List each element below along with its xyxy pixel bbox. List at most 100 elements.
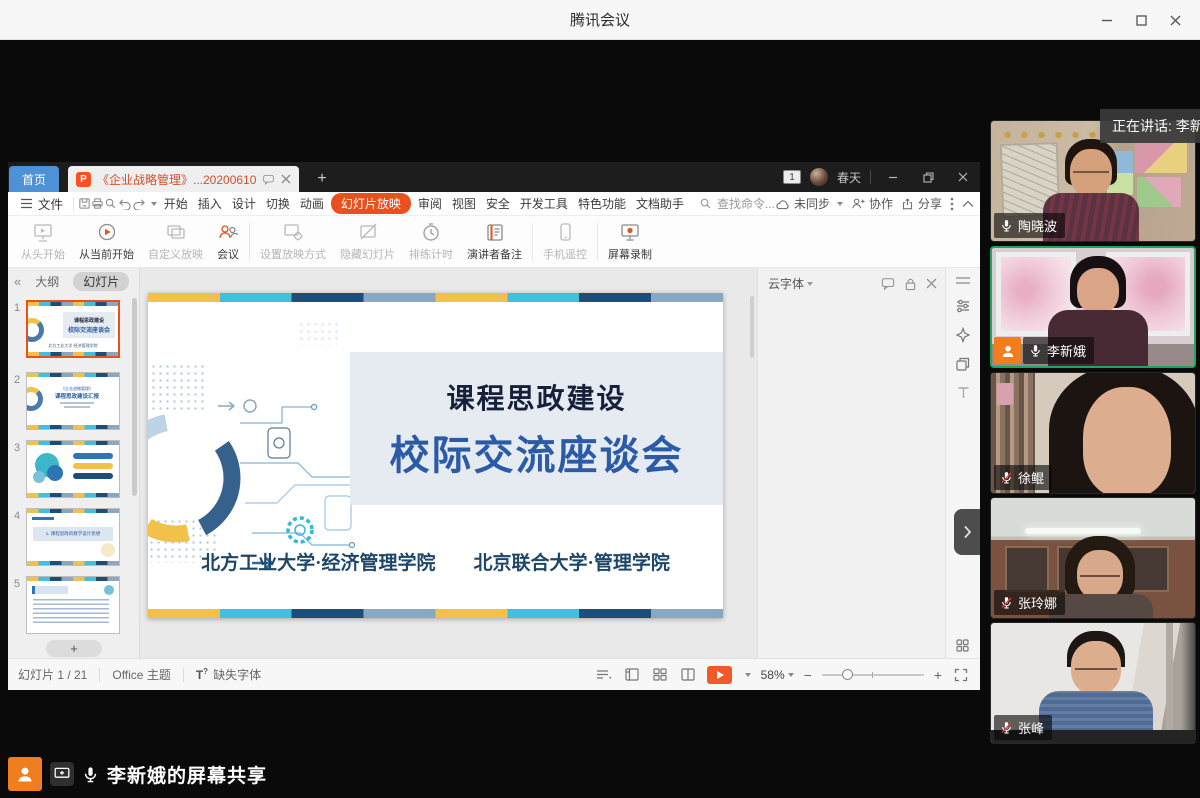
tab-outline[interactable]: 大纲 [29,272,65,291]
save-icon[interactable] [78,194,91,214]
pane-grip-icon[interactable] [955,276,971,285]
pane-close-icon[interactable] [926,278,937,289]
ribbon-custom-show[interactable]: 自定义放映 [141,218,210,266]
menu-item-devtools[interactable]: 开发工具 [515,193,573,214]
sync-status-button[interactable]: 未同步 [775,195,843,212]
normal-view-icon[interactable] [623,666,641,684]
pane-lock-icon[interactable] [904,277,917,291]
slide-sorter-icon[interactable] [651,666,669,684]
notification-badge[interactable]: 1 [783,170,801,184]
command-search[interactable]: 查找命令... [699,195,775,212]
ribbon-hide-slide[interactable]: 隐藏幻灯片 [333,218,402,266]
mic-on-icon [1029,344,1042,357]
ribbon-rehearse-timing[interactable]: 排练计时 [402,218,460,266]
redo-icon[interactable] [132,194,146,214]
notes-toggle-icon[interactable] [595,666,613,684]
text-tool-icon[interactable] [956,385,971,400]
slide-area-scrollbar[interactable] [750,296,754,358]
zoom-slider-handle[interactable] [842,669,853,680]
file-menu[interactable]: 文件 [14,194,69,213]
new-tab-button[interactable]: + [311,166,332,192]
maximize-button[interactable] [1124,0,1158,40]
shared-wps-window: 首页 P 《企业战略管理》...20200610 + 1 春天 [8,162,980,690]
undo-icon[interactable] [118,194,132,214]
cloud-font-dropdown[interactable]: 云字体 [768,275,813,292]
print-preview-icon[interactable] [104,194,117,214]
menu-item-doc-assistant[interactable]: 文档助手 [631,193,689,214]
theme-label[interactable]: Office 主题 [112,666,170,683]
collapse-panel-icon[interactable]: « [14,274,21,289]
participant-tile-zhangfeng[interactable]: 张峰 [990,622,1196,744]
ribbon-from-beginning[interactable]: 从头开始 [14,218,72,266]
mic-muted-icon [1000,471,1013,484]
file-menu-label: 文件 [38,194,63,213]
slide-number: 3 [8,440,26,454]
slide-thumbnail-4[interactable]: 1. 课程思政的教学设计思想 [26,508,120,566]
menu-item-design[interactable]: 设计 [227,193,261,214]
missing-font-button[interactable]: T? 缺失字体 [196,666,261,683]
play-slideshow-button[interactable] [707,666,732,684]
expand-panel-chevron-button[interactable] [954,509,980,555]
meeting-title: 腾讯会议 [570,9,630,30]
tab-close-icon[interactable] [281,174,291,184]
ribbon-from-current[interactable]: 从当前开始 [72,218,141,266]
wps-minimize-button[interactable] [880,162,906,192]
wps-restore-button[interactable] [915,162,941,192]
reading-view-icon[interactable] [679,666,697,684]
share-button[interactable]: 分享 [901,195,942,212]
minimize-button[interactable] [1090,0,1124,40]
thumb-decor [32,517,54,520]
print-icon[interactable] [91,194,104,214]
menu-item-slideshow-active[interactable]: 幻灯片放映 [331,193,411,214]
switch-panel-icon[interactable] [955,356,971,372]
zoom-out-button[interactable]: − [804,667,812,683]
slide-thumbnail-5[interactable] [26,576,120,634]
menu-item-special-features[interactable]: 特色功能 [573,193,631,214]
more-menu-icon[interactable] [950,197,954,211]
ribbon-presenter-notes[interactable]: 演讲者备注 [460,218,529,266]
ribbon-phone-remote[interactable]: 手机遥控 [536,218,594,266]
zoom-slider[interactable] [822,674,924,676]
user-avatar[interactable] [810,168,828,186]
add-slide-button[interactable]: + [46,640,102,657]
participant-tile-zhanglingna[interactable]: 张玲娜 [990,497,1196,619]
tab-slides[interactable]: 幻灯片 [73,272,129,291]
slide-thumbnail-2[interactable]: 《企业战略管理》 课程思政建设汇报 [26,372,120,430]
wps-document-tab[interactable]: P 《企业战略管理》...20200610 [68,166,299,192]
collapse-ribbon-icon[interactable] [962,200,974,208]
object-properties-icon[interactable] [955,298,971,314]
zoom-level-dropdown[interactable]: 58% [761,668,794,682]
menu-item-transition[interactable]: 切换 [261,193,295,214]
wps-home-tab[interactable]: 首页 [9,166,59,192]
more-commands-caret-icon[interactable] [146,194,159,214]
panel-scrollbar[interactable] [132,298,137,496]
slide-thumbnail-3[interactable] [26,440,120,498]
participant-tile-xukun[interactable]: 徐鲲 [990,372,1196,494]
menu-item-insert[interactable]: 插入 [193,193,227,214]
participant-name-label: 陶晓波 [994,213,1065,238]
slide-footer: 北方工业大学·经济管理学院 北京联合大学·管理学院 [148,548,723,575]
menu-item-review[interactable]: 审阅 [413,193,447,214]
mic-muted-icon [1000,721,1013,734]
fit-to-window-icon[interactable] [952,666,970,684]
ribbon-meeting[interactable]: 会议 [210,218,246,266]
collaborate-button[interactable]: 协作 [851,195,893,212]
pane-comment-icon[interactable] [881,277,895,290]
ribbon-setup-show[interactable]: 设置放映方式 [253,218,333,266]
play-options-caret-icon[interactable] [745,673,751,677]
zoom-in-button[interactable]: + [934,667,942,683]
menu-item-animation[interactable]: 动画 [295,193,329,214]
smart-beautify-icon[interactable] [955,327,971,343]
search-icon [699,197,712,210]
wps-tabbar: 首页 P 《企业战略管理》...20200610 + 1 春天 [8,162,980,192]
menu-item-start[interactable]: 开始 [159,193,193,214]
wps-close-button[interactable] [950,162,976,192]
ribbon-screen-record[interactable]: 屏幕录制 [601,218,659,266]
menu-item-view[interactable]: 视图 [447,193,481,214]
slide-canvas[interactable]: 课程思政建设 校际交流座谈会 北方工业大学·经济管理学院 北京联合大学·管理学院 [148,293,723,618]
participant-tile-lixine[interactable]: 李新娥 [990,246,1196,368]
apps-grid-icon[interactable] [955,638,970,653]
menu-item-security[interactable]: 安全 [481,193,515,214]
slide-thumbnail-1[interactable]: 课程思政建设 校际交流座谈会 北方工业大学·经济管理学院 [26,300,120,358]
close-button[interactable] [1158,0,1192,40]
